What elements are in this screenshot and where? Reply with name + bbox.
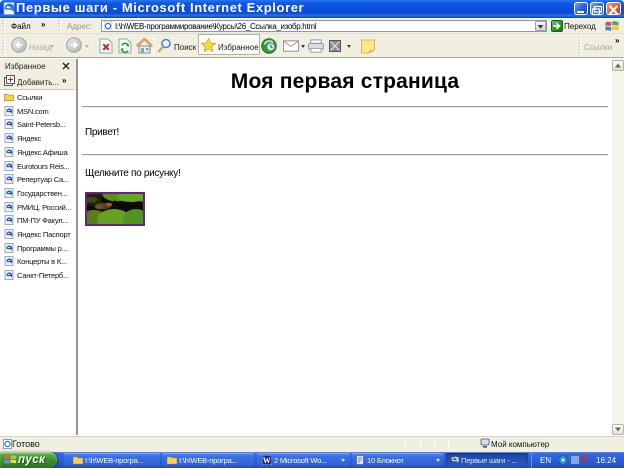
- svg-text:W: W: [263, 456, 271, 465]
